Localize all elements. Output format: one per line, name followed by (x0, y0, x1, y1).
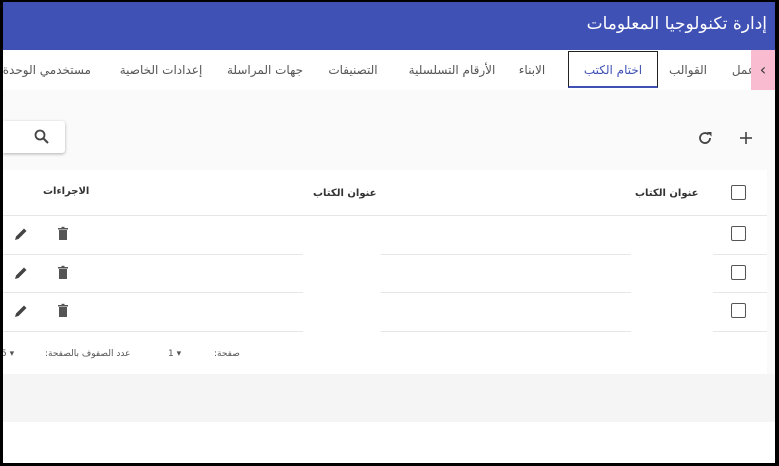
pencil-icon (15, 305, 27, 317)
caret-down-icon: ▾ (9, 349, 15, 359)
page-title: إدارة تكنولوجيا المعلومات (586, 14, 767, 34)
caret-down-icon: ▾ (176, 349, 182, 359)
rows-per-page-select[interactable]: ▾ 5 (3, 349, 14, 359)
refresh-icon (699, 132, 712, 144)
tab-scroll-button[interactable]: ‹ (751, 50, 775, 90)
page-select[interactable]: ▾ 1 (168, 349, 181, 359)
chevron-left-icon: ‹ (759, 60, 767, 79)
app-header: إدارة تكنولوجيا المعلومات (3, 2, 775, 50)
edit-button[interactable] (13, 226, 29, 242)
tab-correspondents[interactable]: جهات المراسلة (225, 50, 305, 90)
select-all-checkbox[interactable] (731, 185, 746, 200)
pencil-icon (15, 228, 27, 240)
column-header-actions: الاجراءات (43, 186, 90, 197)
tab-unit-users[interactable]: مستخدمي الوحدة (3, 50, 91, 90)
toolbar (3, 90, 775, 170)
data-table: عنوان الكتاب عنوان الكتاب الاجراءات صفحة… (3, 170, 767, 374)
trash-icon (58, 226, 68, 240)
row-checkbox[interactable] (731, 303, 746, 318)
column-header-book-title: عنوان الكتاب (635, 188, 699, 199)
tab-classifications[interactable]: التصنيفات (323, 50, 383, 90)
search-box[interactable] (3, 121, 65, 153)
tab-templates[interactable]: القوالب (667, 50, 709, 90)
search-icon[interactable] (33, 128, 51, 146)
rows-per-page-value: 5 (3, 349, 7, 359)
page-value: 1 (168, 349, 174, 359)
delete-button[interactable] (55, 226, 71, 242)
tab-children[interactable]: الابناء (510, 50, 554, 90)
header-divider (3, 215, 767, 216)
add-button[interactable] (736, 128, 756, 148)
tabs-bar: عمل القوالب اختام الكتب الابناء الأرقام … (3, 50, 775, 90)
trash-icon (58, 265, 68, 279)
tab-book-stamps[interactable]: اختام الكتب (568, 51, 658, 88)
refresh-button[interactable] (695, 128, 715, 148)
row-checkbox[interactable] (731, 265, 746, 280)
rows-per-page-label: عدد الصفوف بالصفحة: (45, 349, 131, 359)
pencil-icon (15, 267, 27, 279)
column-header-book-title-2: عنوان الكتاب (313, 188, 377, 199)
row-checkbox[interactable] (731, 226, 746, 241)
delete-button[interactable] (55, 303, 71, 319)
trash-icon (58, 303, 68, 317)
delete-button[interactable] (55, 265, 71, 281)
tab-property-settings[interactable]: إعدادات الخاصية (119, 50, 203, 90)
app-window: إدارة تكنولوجيا المعلومات عمل القوالب اخ… (3, 2, 775, 463)
edit-button[interactable] (13, 265, 29, 281)
edit-button[interactable] (13, 303, 29, 319)
page-bottom (3, 422, 775, 463)
page-label: صفحة: (214, 349, 240, 359)
tab-serial-numbers[interactable]: الأرقام التسلسلية (407, 50, 497, 90)
plus-icon (740, 132, 752, 144)
